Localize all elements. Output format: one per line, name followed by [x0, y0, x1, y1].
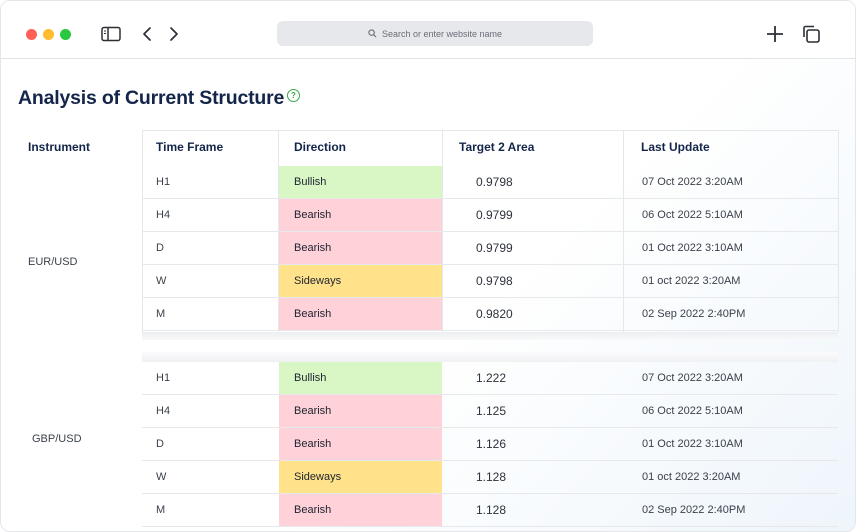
- tab-overview-icon[interactable]: [800, 23, 822, 45]
- question-circle-icon[interactable]: ?: [287, 89, 300, 102]
- target-cell: 0.9799: [476, 208, 513, 222]
- forward-arrow-icon[interactable]: [163, 23, 185, 45]
- time-frame-cell: H1: [156, 176, 171, 188]
- browser-window: Search or enter website name Analysis of…: [0, 0, 856, 532]
- time-frame-cell: D: [156, 242, 164, 254]
- direction-badge: Sideways: [279, 461, 442, 493]
- table-row[interactable]: H1 Bullish 1.222 07 Oct 2022 3:20AM: [142, 362, 838, 395]
- table-row[interactable]: W Sideways 1.128 01 oct 2022 3:20AM: [142, 461, 838, 494]
- table-row[interactable]: H4 Bearish 1.125 06 Oct 2022 5:10AM: [142, 395, 838, 428]
- column-divider: [838, 130, 839, 332]
- target-cell: 0.9799: [476, 241, 513, 255]
- group-separator: [142, 332, 838, 340]
- last-update-cell: 01 Oct 2022 3:10AM: [642, 242, 743, 254]
- table-row[interactable]: M Bearish 1.128 02 Sep 2022 2:40PM: [142, 494, 838, 527]
- direction-badge: Bearish: [279, 199, 442, 231]
- last-update-cell: 06 Oct 2022 5:10AM: [642, 209, 743, 221]
- close-window-button[interactable]: [26, 29, 37, 40]
- direction-badge: Bearish: [279, 428, 442, 460]
- time-frame-cell: M: [156, 504, 166, 516]
- target-cell: 1.125: [476, 404, 507, 418]
- time-frame-cell: W: [156, 275, 167, 287]
- target-cell: 0.9798: [476, 175, 513, 189]
- table-row[interactable]: H4 Bearish 0.9799 06 Oct 2022 5:10AM: [142, 199, 838, 232]
- search-icon: [368, 29, 377, 38]
- time-frame-cell: H4: [156, 209, 171, 221]
- table-row[interactable]: D Bearish 1.126 01 Oct 2022 3:10AM: [142, 428, 838, 461]
- last-update-cell: 07 Oct 2022 3:20AM: [642, 372, 743, 384]
- instrument-gbpusd: GBP/USD: [32, 433, 82, 445]
- last-update-cell: 01 oct 2022 3:20AM: [642, 471, 741, 483]
- minimize-window-button[interactable]: [43, 29, 54, 40]
- target-cell: 1.126: [476, 437, 507, 451]
- direction-badge: Bearish: [279, 298, 442, 330]
- address-bar[interactable]: Search or enter website name: [277, 21, 593, 46]
- header-instrument: Instrument: [28, 140, 91, 154]
- group-separator: [142, 352, 838, 362]
- maximize-window-button[interactable]: [60, 29, 71, 40]
- new-tab-plus-icon[interactable]: [764, 23, 786, 45]
- table-row[interactable]: H1 Bullish 0.9798 07 Oct 2022 3:20AM: [142, 166, 838, 199]
- page-title: Analysis of Current Structure: [18, 87, 285, 109]
- last-update-cell: 01 oct 2022 3:20AM: [642, 275, 741, 287]
- instrument-eurusd: EUR/USD: [28, 256, 78, 268]
- direction-badge: Bearish: [279, 494, 442, 526]
- direction-badge: Sideways: [279, 265, 442, 297]
- time-frame-cell: H4: [156, 405, 171, 417]
- header-direction: Direction: [294, 140, 347, 154]
- header-time-frame: Time Frame: [156, 140, 224, 154]
- table-row[interactable]: M Bearish 0.9820 02 Sep 2022 2:40PM: [142, 298, 838, 331]
- direction-badge: Bearish: [279, 232, 442, 264]
- table-row[interactable]: D Bearish 0.9799 01 Oct 2022 3:10AM: [142, 232, 838, 265]
- back-arrow-icon[interactable]: [136, 23, 158, 45]
- target-cell: 0.9820: [476, 307, 513, 321]
- last-update-cell: 02 Sep 2022 2:40PM: [642, 504, 746, 516]
- sidebar-toggle-icon[interactable]: [100, 23, 122, 45]
- direction-badge: Bullish: [279, 166, 442, 198]
- target-cell: 1.128: [476, 470, 507, 484]
- time-frame-cell: H1: [156, 372, 171, 384]
- time-frame-cell: D: [156, 438, 164, 450]
- target-cell: 1.128: [476, 503, 507, 517]
- direction-badge: Bearish: [279, 395, 442, 427]
- browser-toolbar: Search or enter website name: [1, 1, 855, 59]
- header-target: Target 2 Area: [459, 140, 535, 154]
- page-content: Analysis of Current Structure ? Instrume…: [1, 60, 855, 531]
- target-cell: 0.9798: [476, 274, 513, 288]
- last-update-cell: 02 Sep 2022 2:40PM: [642, 308, 746, 320]
- target-cell: 1.222: [476, 371, 507, 385]
- address-placeholder: Search or enter website name: [381, 28, 503, 39]
- header-top-border: [142, 130, 838, 131]
- last-update-cell: 07 Oct 2022 3:20AM: [642, 176, 743, 188]
- direction-badge: Bullish: [279, 362, 442, 394]
- time-frame-cell: M: [156, 308, 166, 320]
- header-last-update: Last Update: [641, 140, 710, 154]
- time-frame-cell: W: [156, 471, 167, 483]
- table-row[interactable]: W Sideways 0.9798 01 oct 2022 3:20AM: [142, 265, 838, 298]
- last-update-cell: 01 Oct 2022 3:10AM: [642, 438, 743, 450]
- last-update-cell: 06 Oct 2022 5:10AM: [642, 405, 743, 417]
